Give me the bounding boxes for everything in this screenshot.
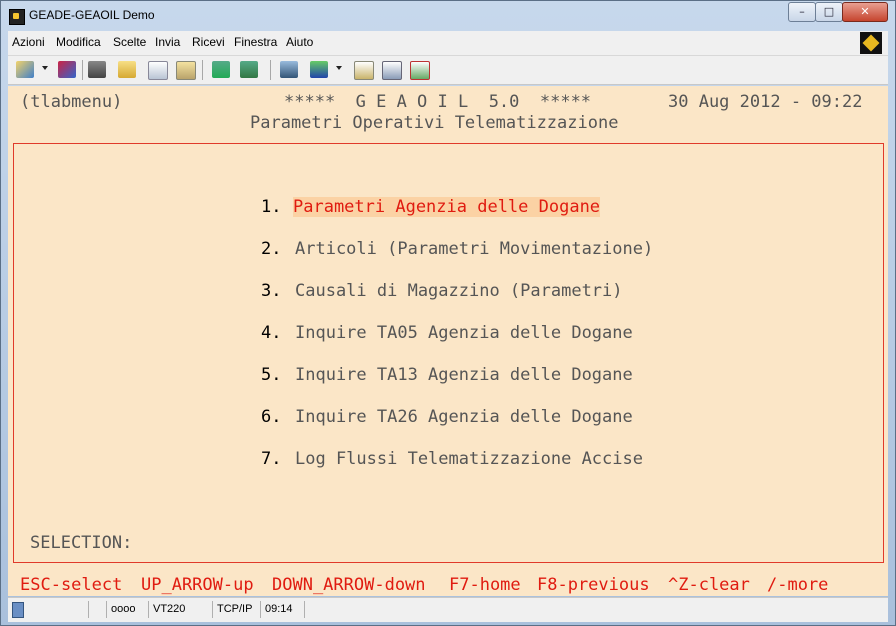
maximize-button[interactable]: □ [815, 2, 843, 22]
paste-icon[interactable] [176, 61, 196, 80]
window-title: GEADE-GEAOIL Demo [29, 8, 155, 22]
menu-option-5[interactable]: Inquire TA13 Agenzia delle Dogane [295, 365, 633, 385]
menu-finestra[interactable]: Finestra [234, 35, 277, 49]
key-hint-up: UP_ARROW-up [141, 575, 254, 595]
status-cell [304, 601, 879, 618]
macro-icon[interactable] [410, 61, 430, 80]
screen-subtitle: Parametri Operativi Telematizzazione [250, 113, 619, 133]
brand-logo-icon [860, 32, 882, 54]
settings-icon[interactable] [354, 61, 374, 80]
title-bar[interactable]: GEADE-GEAOIL Demo – □ ✕ [1, 1, 895, 31]
toolbar [8, 56, 888, 85]
key-hint-f7: F7-home [449, 575, 521, 595]
status-indicators: oooo [106, 601, 147, 618]
product-banner: ***** G E A O I L 5.0 ***** [284, 92, 592, 112]
connection-icon [12, 602, 24, 618]
menu-option-6[interactable]: Inquire TA26 Agenzia delle Dogane [295, 407, 633, 427]
menu-option-2[interactable]: Articoli (Parametri Movimentazione) [295, 239, 653, 259]
disconnect-icon[interactable] [58, 61, 76, 78]
menu-number: 2. [261, 239, 282, 259]
menu-option-3[interactable]: Causali di Magazzino (Parametri) [295, 281, 623, 301]
clipboard-icon[interactable] [382, 61, 402, 80]
print-icon[interactable] [88, 61, 106, 78]
program-name: (tlabmenu) [20, 92, 123, 112]
menu-scelte[interactable]: Scelte [113, 35, 146, 49]
app-icon[interactable] [9, 9, 25, 25]
font-dropdown-icon[interactable] [336, 66, 342, 70]
menu-option-4[interactable]: Inquire TA05 Agenzia delle Dogane [295, 323, 633, 343]
terminal-type: VT220 [148, 601, 209, 618]
menu-number: 5. [261, 365, 282, 385]
receive-file-icon[interactable] [240, 61, 258, 78]
book-icon[interactable] [280, 61, 298, 78]
menu-number: 4. [261, 323, 282, 343]
menu-number: 3. [261, 281, 282, 301]
key-hint-clear: ^Z-clear [668, 575, 750, 595]
status-cell [88, 601, 107, 618]
toolbar-separator [270, 60, 271, 80]
app-window: GEADE-GEAOIL Demo – □ ✕ Azioni Modifica … [0, 0, 896, 626]
menu-invia[interactable]: Invia [155, 35, 180, 49]
key-hint-more: /-more [767, 575, 829, 595]
status-time: 09:14 [260, 601, 305, 618]
send-file-icon[interactable] [212, 61, 230, 78]
toolbar-separator [202, 60, 203, 80]
toolbar-separator [82, 60, 83, 80]
key-hint-f8: F8-previous [537, 575, 650, 595]
menu-number: 6. [261, 407, 282, 427]
menu-number: 7. [261, 449, 282, 469]
key-hint-esc: ESC-select [20, 575, 123, 595]
menu-option-1[interactable]: Parametri Agenzia delle Dogane [293, 197, 601, 217]
date-time: 30 Aug 2012 - 09:22 [668, 92, 863, 112]
status-bar: oooo VT220 TCP/IP 09:14 [8, 597, 888, 622]
close-button[interactable]: ✕ [842, 2, 888, 22]
copy-icon[interactable] [148, 61, 168, 80]
menu-modifica[interactable]: Modifica [56, 35, 101, 49]
menu-bar: Azioni Modifica Scelte Invia Ricevi Fine… [8, 31, 888, 56]
menu-aiuto[interactable]: Aiuto [286, 35, 313, 49]
protocol: TCP/IP [212, 601, 263, 618]
terminal-screen[interactable]: (tlabmenu) ***** G E A O I L 5.0 ***** 3… [8, 86, 888, 596]
menu-ricevi[interactable]: Ricevi [192, 35, 225, 49]
menu-number: 1. [261, 197, 282, 217]
minimize-button[interactable]: – [788, 2, 816, 22]
new-session-icon[interactable] [16, 61, 34, 78]
font-icon[interactable] [310, 61, 328, 78]
key-hint-down: DOWN_ARROW-down [272, 575, 426, 595]
menu-option-7[interactable]: Log Flussi Telematizzazione Accise [295, 449, 643, 469]
new-session-dropdown-icon[interactable] [42, 66, 48, 70]
selection-prompt: SELECTION: [30, 533, 133, 553]
open-folder-icon[interactable] [118, 61, 136, 78]
menu-azioni[interactable]: Azioni [12, 35, 45, 49]
